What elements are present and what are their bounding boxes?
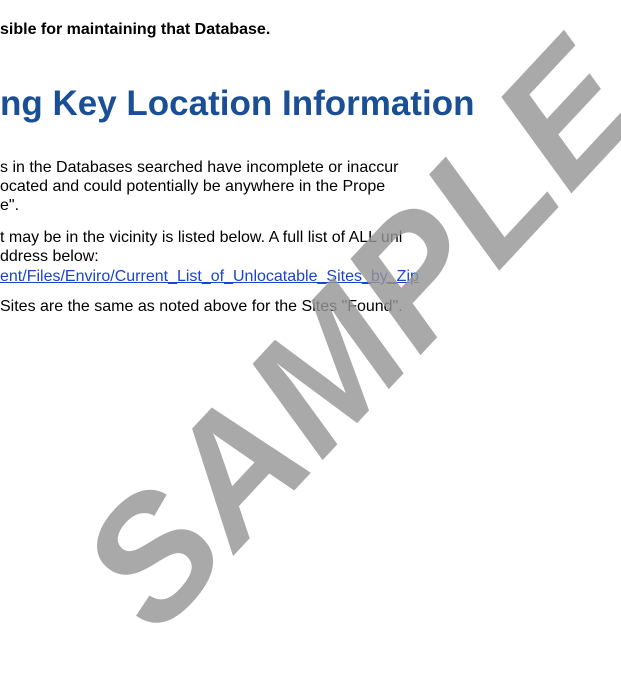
paragraph-2-line-1: t may be in the vicinity is listed below… — [0, 229, 403, 246]
paragraph-2-line-2: ddress below: — [0, 248, 99, 265]
top-paragraph-tail: sible for maintaining that Database. — [0, 21, 271, 38]
paragraph-1-line-1: s in the Databases searched have incompl… — [0, 159, 399, 176]
section-heading: ng Key Location Information — [0, 84, 475, 123]
paragraph-3: Sites are the same as noted above for th… — [0, 298, 403, 315]
paragraph-1-line-3: e". — [0, 197, 20, 214]
unlocatable-sites-link[interactable]: ent/Files/Enviro/Current_List_of_Unlocat… — [0, 267, 419, 286]
paragraph-1-line-2: ocated and could potentially be anywhere… — [0, 178, 386, 195]
